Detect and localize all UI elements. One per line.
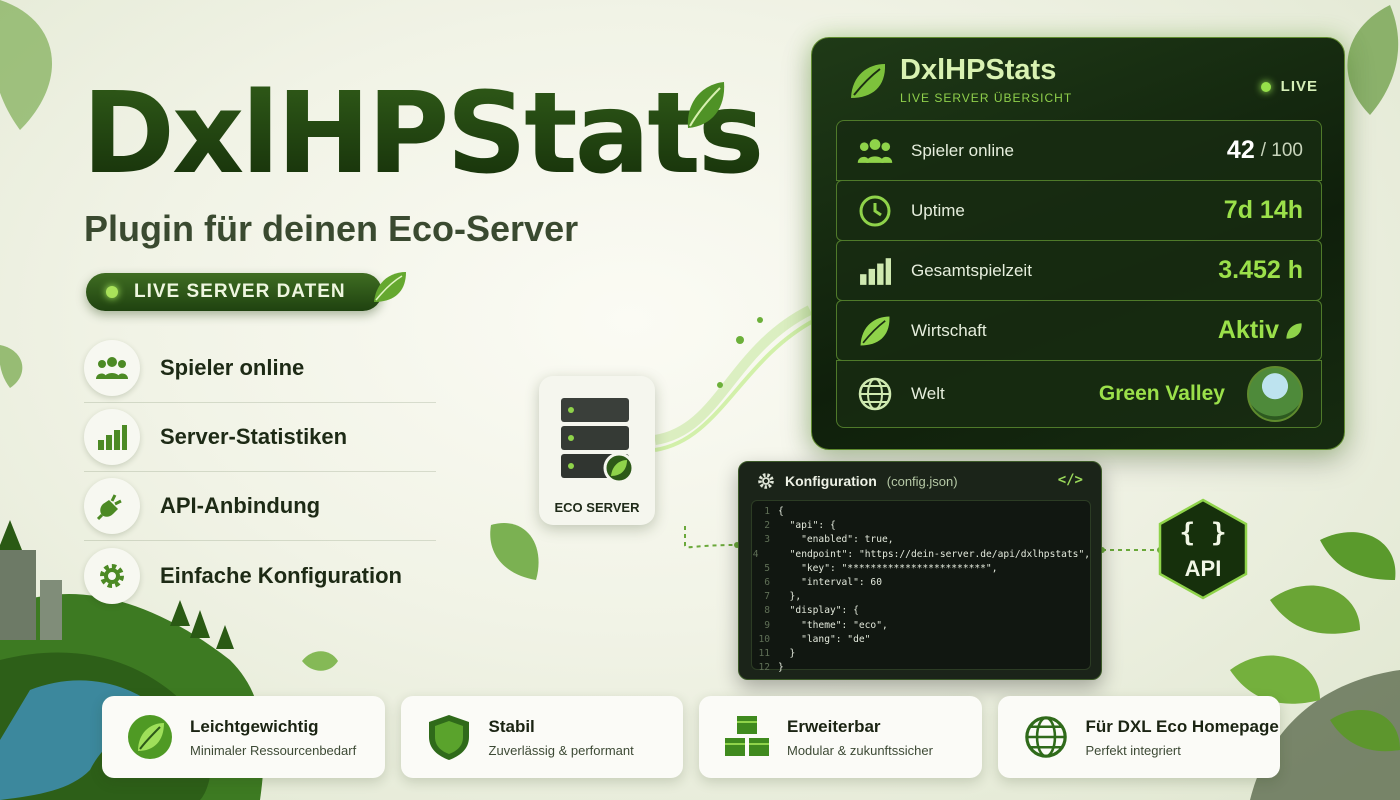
stat-label: Uptime (911, 200, 965, 220)
code-icon[interactable]: </> (1058, 472, 1083, 488)
card-title: Stabil (488, 716, 535, 736)
feature-label: Spieler online (160, 355, 305, 380)
eco-server-card: ECO SERVER (539, 376, 655, 525)
leaf-icon (374, 272, 406, 302)
cubes-icon (721, 711, 773, 763)
code-line: 4 "endpoint": "https://dein-server.de/ap… (752, 548, 1090, 560)
card-title: Leichtgewichtig (190, 716, 319, 736)
code-line: 7 }, (764, 591, 802, 603)
card-title: Für DXL Eco Homepage (1085, 716, 1279, 736)
feature-cards: Leichtgewichtig Minimaler Ressourcenbeda… (102, 696, 1280, 778)
leaf-decoration-mid (490, 523, 539, 580)
code-line: 10 "lang": "de" (758, 633, 871, 645)
code-line: 1{ (764, 506, 784, 517)
bar-chart-icon (855, 251, 895, 291)
config-title: Konfiguration (785, 473, 877, 489)
code-line: 3 "enabled": true, (764, 534, 894, 546)
stat-label: Spieler online (911, 140, 1015, 160)
code-line: 11 } (758, 648, 796, 660)
code-line: 5 "key": "************************", (764, 562, 998, 574)
hero-title: DxlHPStats (82, 69, 764, 199)
stat-row-players: Spieler online 42 / 100 (836, 120, 1322, 181)
users-icon (84, 340, 140, 396)
api-braces: { } (1179, 518, 1227, 548)
api-badge: { } API (1158, 498, 1248, 600)
live-server-badge-label: LIVE SERVER DATEN (134, 281, 346, 302)
feature-item-players: Spieler online (84, 334, 436, 403)
card-description: Zuverlässig & performant (488, 742, 634, 758)
feature-item-statistics: Server-Statistiken (84, 403, 436, 472)
config-filename: (config.json) (886, 473, 958, 489)
feature-label: API-Anbindung (160, 493, 321, 518)
feature-list: Spieler online Server-Statistiken API-An… (84, 334, 436, 610)
code-line: 2 "api": { (764, 520, 836, 532)
card-description: Modular & zukunftssicher (787, 742, 933, 758)
hero-subtitle: Plugin für deinen Eco-Server (84, 208, 579, 249)
leaf-icon (687, 82, 725, 128)
stat-value: 7d 14h (1223, 196, 1303, 224)
code-line: 6 "interval": 60 (764, 577, 882, 589)
leaf-decoration-small (302, 651, 338, 671)
stat-value: 42 (1226, 136, 1255, 164)
stat-row-economy: Wirtschaft Aktiv (836, 300, 1322, 361)
stat-suffix: / 100 (1260, 139, 1303, 161)
card-stable: Stabil Zuverlässig & performant (400, 696, 683, 778)
leaf-icon (855, 311, 895, 351)
config-header: Konfiguration (config.json) (757, 472, 958, 490)
bar-chart-icon (84, 409, 140, 465)
feature-item-api: API-Anbindung (84, 472, 436, 541)
card-homepage: Für DXL Eco Homepage Perfekt integriert (997, 696, 1280, 778)
stat-row-world: Welt Green Valley (836, 360, 1322, 428)
eco-server-label: ECO SERVER (554, 500, 640, 515)
shield-icon (423, 711, 475, 763)
status-dot (106, 286, 118, 298)
card-extensible: Erweiterbar Modular & zukunftssicher (699, 696, 982, 778)
feature-item-config: Einfache Konfiguration (84, 541, 436, 610)
stats-rows: Spieler online 42 / 100 Uptime 7d 14h Ge… (836, 120, 1322, 428)
stats-panel: DxlHPStats LIVE SERVER ÜBERSICHT LIVE Sp… (811, 37, 1345, 450)
gear-icon (84, 547, 140, 604)
panel-title: DxlHPStats (900, 54, 1057, 86)
stat-row-uptime: Uptime 7d 14h (836, 180, 1322, 241)
leaf-icon (851, 63, 886, 98)
leaf-decoration-left-edge (0, 345, 23, 388)
card-lightweight: Leichtgewichtig Minimaler Ressourcenbeda… (102, 696, 385, 778)
card-description: Perfekt integriert (1085, 742, 1181, 758)
stat-value: 3.452 h (1218, 256, 1303, 284)
feature-label: Einfache Konfiguration (160, 562, 402, 588)
leaf-icon (124, 711, 176, 763)
live-label: LIVE (1280, 78, 1318, 95)
status-dot (1260, 81, 1271, 92)
feature-label: Server-Statistiken (160, 424, 348, 449)
world-thumbnail (1247, 366, 1303, 422)
stat-value: Green Valley (1098, 382, 1225, 405)
stat-row-playtime: Gesamtspielzeit 3.452 h (836, 240, 1322, 301)
stat-value: Aktiv (1217, 316, 1279, 344)
stat-label: Welt (911, 384, 945, 403)
globe-icon (855, 374, 895, 414)
panel-header: DxlHPStats LIVE SERVER ÜBERSICHT (848, 56, 1072, 105)
code-line: 9 "theme": "eco", (764, 619, 888, 631)
panel-subtitle: LIVE SERVER ÜBERSICHT (900, 91, 1073, 105)
leaf-icon (1286, 322, 1302, 339)
live-indicator: LIVE (1260, 78, 1318, 95)
code-block: 1{ 2 "api": { 3 "enabled": true, 4 "endp… (751, 500, 1091, 673)
users-icon (855, 131, 895, 171)
stat-label: Gesamtspielzeit (911, 260, 1032, 280)
clock-icon (855, 191, 895, 231)
globe-icon (1020, 711, 1072, 763)
server-icon (561, 398, 635, 484)
gear-icon (758, 473, 774, 489)
stat-label: Wirtschaft (911, 320, 987, 340)
code-line: 12} (758, 662, 784, 674)
card-title: Erweiterbar (787, 716, 881, 736)
live-server-badge: LIVE SERVER DATEN (86, 273, 382, 311)
plug-icon (84, 478, 140, 534)
leaf-decoration-top-left (0, 0, 53, 130)
config-panel: Konfiguration (config.json) </> 1{ 2 "ap… (738, 461, 1102, 680)
code-line: 8 "display": { (764, 605, 859, 617)
card-description: Minimaler Ressourcenbedarf (190, 742, 357, 758)
api-label: API (1184, 556, 1222, 581)
